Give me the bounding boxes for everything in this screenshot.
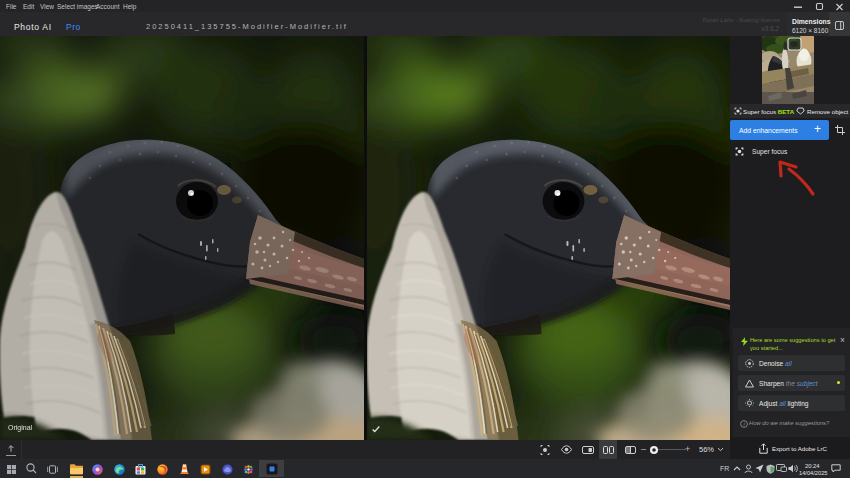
svg-text:i: i: [743, 421, 745, 427]
